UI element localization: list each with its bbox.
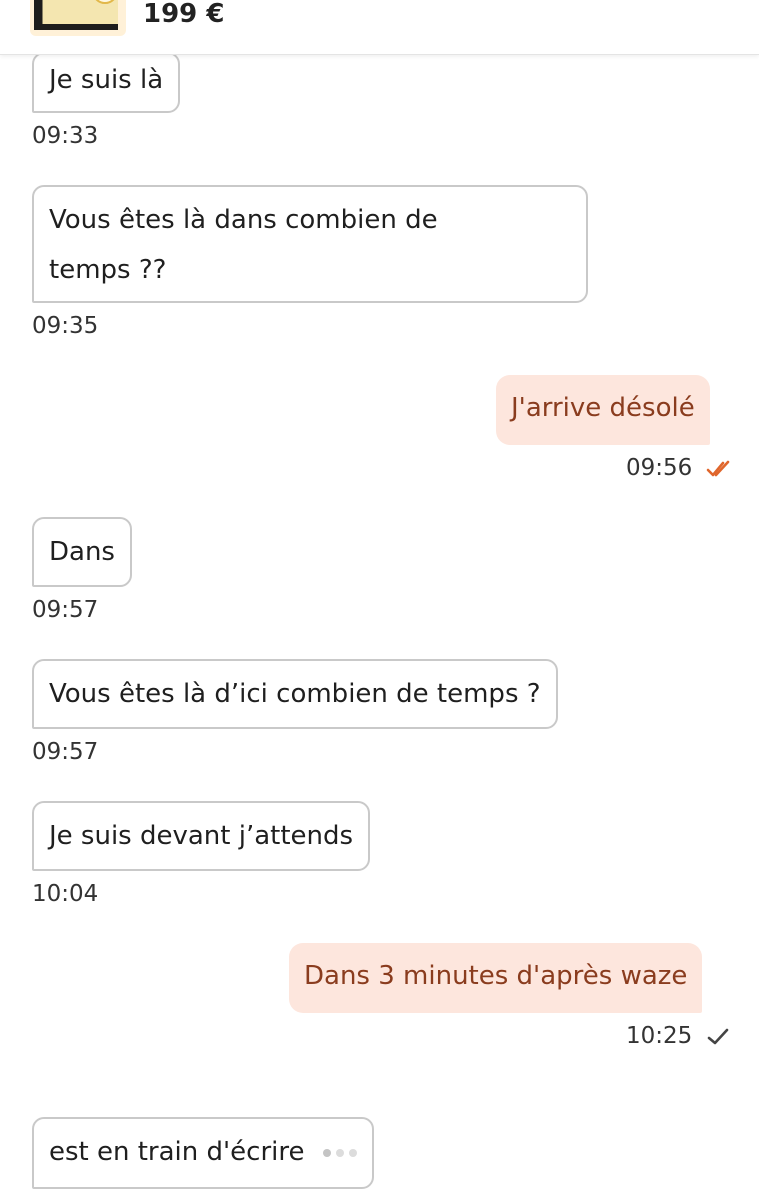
message-time: 09:33 [32, 123, 99, 149]
message-time: 09:57 [32, 597, 99, 623]
message-incoming: Vous êtes là dans combien de temps ?? [32, 185, 588, 303]
message-line: Vous êtes là dans combien de [49, 205, 438, 235]
typing-text: est en train d'écrire [49, 1137, 305, 1167]
typing-bubble: est en train d'écrire [32, 1117, 374, 1189]
message-line: temps ?? [49, 255, 167, 285]
product-thumbnail[interactable] [30, 0, 126, 36]
message-incoming: Dans [32, 517, 132, 587]
message-time: 09:56 [626, 455, 693, 481]
message-time: 09:57 [32, 739, 99, 765]
message-time: 10:04 [32, 881, 99, 907]
message-bubble: Je suis là [32, 52, 181, 113]
message-incoming: Je suis devant j’attends [32, 801, 371, 871]
typing-indicator: est en train d'écrire [32, 1117, 374, 1189]
message-bubble: Dans [32, 517, 132, 587]
typing-dots-icon [322, 1148, 357, 1157]
listing-header[interactable]: 199 € [0, 0, 759, 55]
message-bubble: Dans 3 minutes d'après waze [289, 943, 703, 1013]
double-check-icon [706, 460, 729, 476]
message-time: 10:25 [626, 1023, 693, 1049]
message-status: 09:56 [626, 455, 734, 481]
product-price: 199 € [143, 0, 225, 29]
message-incoming: Je suis là [32, 52, 181, 113]
message-bubble: Vous êtes là d’ici combien de temps ? [32, 659, 558, 729]
check-icon [707, 1028, 728, 1044]
message-outgoing: Dans 3 minutes d'après waze [289, 943, 703, 1013]
message-bubble: J'arrive désolé [496, 375, 710, 445]
message-incoming: Vous êtes là d’ici combien de temps ? [32, 659, 558, 729]
message-bubble: Je suis devant j’attends [32, 801, 371, 871]
message-outgoing: J'arrive désolé [496, 375, 710, 445]
message-time: 09:35 [32, 313, 99, 339]
message-status: 10:25 [626, 1023, 730, 1049]
message-bubble: Vous êtes là dans combien de temps ?? [32, 185, 588, 303]
